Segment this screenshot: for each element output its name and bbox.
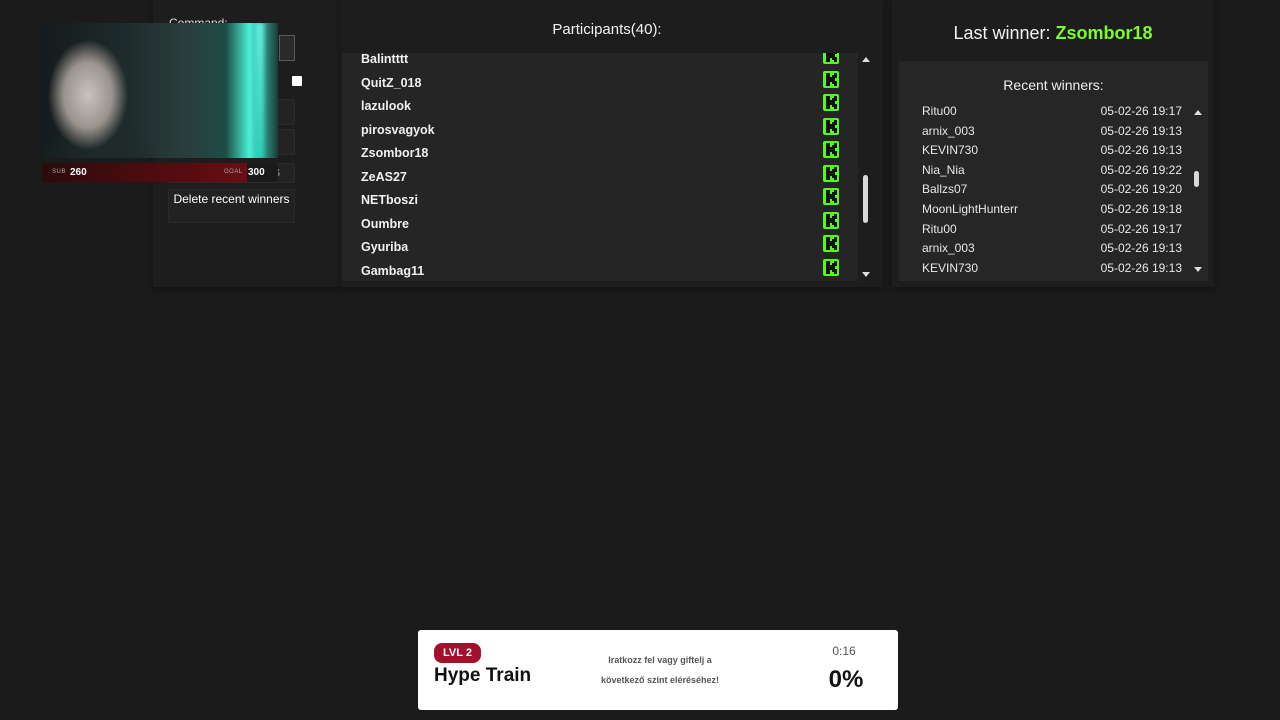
kick-icon xyxy=(823,164,839,182)
command-input[interactable] xyxy=(279,35,295,61)
last-winner-name: Zsombor18 xyxy=(1055,23,1153,43)
recent-winners-title: Recent winners: xyxy=(1003,77,1104,93)
winner-time: 05-02-26 19:13 xyxy=(1100,143,1182,158)
kick-icon xyxy=(823,235,839,252)
hype-level-badge: LVL 2 xyxy=(434,643,481,663)
winner-row: Nia_Nia 05-02-26 19:22 xyxy=(922,163,1182,181)
winner-row: Ritu00 05-02-26 19:17 xyxy=(922,222,1182,240)
hype-train-title: Hype Train xyxy=(434,665,532,686)
participant-name: pirosvagyok xyxy=(361,122,435,137)
winner-name: Ritu00 xyxy=(922,104,957,118)
winners-panel: Last winner: Zsombor18 Recent winners: R… xyxy=(892,0,1214,287)
kick-icon xyxy=(823,258,839,276)
goal-label: GOAL xyxy=(224,169,243,175)
scroll-up-arrow-icon[interactable] xyxy=(862,57,870,62)
sub-count: 260 xyxy=(70,167,87,178)
participant-row[interactable]: NETboszi xyxy=(361,188,841,218)
participant-row[interactable]: Balintttt xyxy=(361,53,841,77)
delete-recent-winners-button[interactable]: Delete recent winners xyxy=(168,189,295,223)
participant-row[interactable]: Zsombor18 xyxy=(361,141,841,171)
kick-icon xyxy=(823,117,839,135)
option-checkbox[interactable] xyxy=(292,76,302,86)
participant-row[interactable]: Oumbre xyxy=(361,211,841,242)
participant-name: NETboszi xyxy=(361,193,418,207)
participant-name: Zsombor18 xyxy=(361,146,429,160)
participants-panel: Participants(40): Balintttt QuitZ_018lazu… xyxy=(341,0,883,287)
winner-row: KEVIN730 05-02-26 19:13 xyxy=(922,261,1182,279)
last-winner-heading: Last winner: Zsombor18 xyxy=(892,23,1214,44)
winner-name: Ritu00 xyxy=(922,221,957,236)
kick-icon xyxy=(823,53,839,64)
participant-row[interactable]: Gyuriba xyxy=(361,235,841,265)
scrollbar-thumb[interactable] xyxy=(863,175,868,223)
kick-icon xyxy=(823,188,839,205)
winner-time: 05-02-26 19:20 xyxy=(1100,182,1182,197)
hype-message-line: Iratkozz fel vagy giftelj a xyxy=(608,655,712,665)
winner-row: MoonLightHunterr 05-02-26 19:18 xyxy=(922,202,1182,220)
winner-time: 05-02-26 19:17 xyxy=(1100,104,1182,118)
participants-list[interactable]: Balintttt QuitZ_018 lazulook pirosvagyok Zso… xyxy=(342,53,858,281)
goal-count: 300 xyxy=(248,167,265,178)
kick-icon xyxy=(823,141,839,158)
hype-train-message: Iratkozz fel vagy giftelj a következő sz… xyxy=(582,650,738,690)
participant-row[interactable]: pirosvagyok xyxy=(361,117,841,148)
winner-time: 05-02-26 19:13 xyxy=(1100,241,1182,256)
winner-row: arnix_003 05-02-26 19:13 xyxy=(922,241,1182,259)
scroll-down-arrow-icon[interactable] xyxy=(1194,267,1202,272)
winner-time: 05-02-26 19:13 xyxy=(1100,260,1182,275)
hype-message-line: következő szint eléréséhez! xyxy=(600,675,720,685)
hype-timer: 0:16 xyxy=(832,644,856,658)
participant-name: Balintttt xyxy=(361,53,409,66)
winner-name: Nia_Nia xyxy=(922,162,965,177)
last-winner-label: Last winner: xyxy=(953,23,1056,43)
winner-time: 05-02-26 19:17 xyxy=(1100,221,1182,236)
scroll-up-arrow-icon[interactable] xyxy=(1194,110,1202,115)
participant-name: lazulook xyxy=(361,99,412,113)
winner-name: KEVIN730 xyxy=(922,143,979,158)
participant-name: QuitZ_018 xyxy=(361,75,422,90)
participants-title: Participants(40): xyxy=(552,21,662,38)
participant-row[interactable]: QuitZ_018 xyxy=(361,70,841,101)
winner-time: 05-02-26 19:22 xyxy=(1100,162,1182,177)
winner-name: KEVIN730 xyxy=(922,260,979,275)
winner-name: MoonLightHunterr xyxy=(922,202,1019,216)
winner-name: arnix_003 xyxy=(922,241,975,256)
webcam-neon-light xyxy=(256,23,264,158)
webcam-feed xyxy=(40,23,278,158)
sub-label: SUB xyxy=(52,169,66,175)
kick-icon xyxy=(823,211,839,229)
winner-row: Ballzs07 05-02-26 19:20 xyxy=(922,182,1182,200)
participant-row[interactable]: Gambag11 xyxy=(361,258,841,282)
participant-name: Gyuriba xyxy=(361,240,409,254)
scrollbar-thumb[interactable] xyxy=(1194,171,1199,187)
sub-goal-bar: SUB 260 GOAL 300 xyxy=(42,163,278,182)
participants-scrollbar[interactable] xyxy=(860,53,872,281)
hype-percent: 0% xyxy=(828,666,864,693)
participant-name: Oumbre xyxy=(361,216,409,231)
winner-row: KEVIN730 05-02-26 19:13 xyxy=(922,143,1182,161)
participant-row[interactable]: ZeAS27 xyxy=(361,164,841,195)
winner-row: arnix_003 05-02-26 19:13 xyxy=(922,124,1182,142)
participant-row[interactable]: lazulook xyxy=(361,94,841,124)
winner-row: Ritu00 05-02-26 19:17 xyxy=(922,104,1182,122)
scroll-down-arrow-icon[interactable] xyxy=(862,272,870,277)
participant-name: Gambag11 xyxy=(361,263,425,278)
kick-icon xyxy=(823,70,839,88)
winner-time: 05-02-26 19:18 xyxy=(1100,202,1182,216)
kick-icon xyxy=(823,94,839,111)
winner-name: Ballzs07 xyxy=(922,182,968,197)
participant-name: ZeAS27 xyxy=(361,169,407,184)
hype-train-widget: LVL 2 Hype Train Iratkozz fel vagy gifte… xyxy=(418,630,898,710)
recent-winners-box[interactable]: Recent winners: Ritu00 05-02-26 19:17 arni… xyxy=(899,61,1208,281)
winners-scrollbar[interactable] xyxy=(1192,107,1204,275)
winner-time: 05-02-26 19:13 xyxy=(1100,123,1182,138)
winner-name: arnix_003 xyxy=(922,123,975,138)
